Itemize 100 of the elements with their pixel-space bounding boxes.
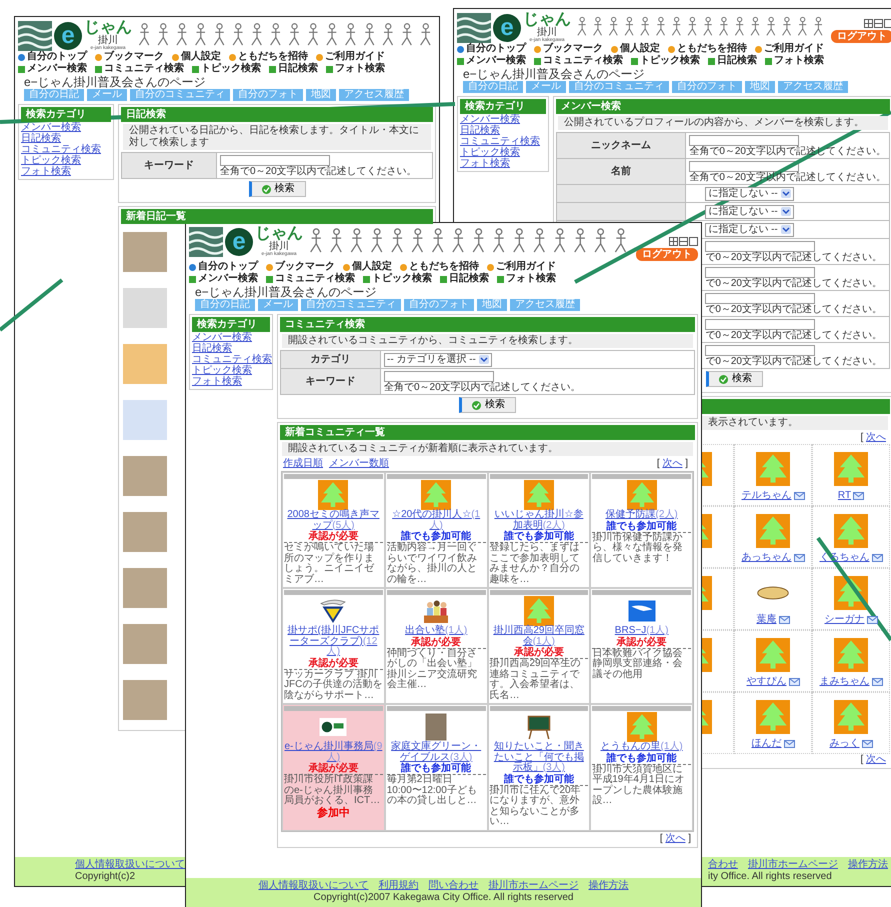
menu-link[interactable]: ブックマーク xyxy=(95,51,164,63)
sidebar-link[interactable]: 日記検索 xyxy=(21,133,111,144)
member-link[interactable]: くろちゃん xyxy=(820,552,870,564)
split-view-icon xyxy=(679,237,688,246)
member-link[interactable]: 葉庵 xyxy=(756,614,776,626)
member-link[interactable]: ほんだ xyxy=(752,738,782,750)
bracket-text: ] xyxy=(685,458,688,469)
text-input[interactable] xyxy=(705,318,816,330)
menu-link[interactable]: 日記検索 xyxy=(440,273,489,285)
bracket-text: ] xyxy=(688,832,691,844)
search-button[interactable]: 検索 xyxy=(459,397,516,413)
footer-link[interactable]: 個人情報取扱いについて xyxy=(258,880,368,892)
member-link[interactable]: RT xyxy=(838,490,852,502)
menu-link[interactable]: ブックマーク xyxy=(534,43,603,55)
next-link[interactable]: 次へ xyxy=(866,432,886,443)
menu-link[interactable]: 個人設定 xyxy=(343,261,392,273)
menu-link[interactable]: トピック検索 xyxy=(192,63,261,75)
search-button[interactable]: 検索 xyxy=(248,181,306,197)
dropdown-field[interactable]: -- カテゴリを選択 -- xyxy=(384,352,492,366)
footer-link[interactable]: 問い合わせ xyxy=(428,880,478,892)
community-link[interactable]: 保健予防課(2人) xyxy=(606,510,678,520)
sort-link[interactable]: 作成日順 xyxy=(283,458,323,470)
footer-link[interactable]: 掛川市ホームページ xyxy=(488,880,578,892)
menu-link[interactable]: コミュニティ検索 xyxy=(534,55,623,67)
sidebar-link[interactable]: トピック検索 xyxy=(460,147,546,158)
dropdown-field[interactable]: に指定しない -- xyxy=(705,204,794,218)
menu-link[interactable]: フォト検索 xyxy=(326,63,385,75)
menu-link[interactable]: ご利用ガイド xyxy=(487,261,556,273)
menu-link[interactable]: メンバー検索 xyxy=(457,55,526,67)
sidebar-link[interactable]: メンバー検索 xyxy=(460,114,546,125)
sidebar-link[interactable]: トピック検索 xyxy=(21,155,111,166)
sidebar-link[interactable]: コミュニティ検索 xyxy=(21,144,111,155)
menu-link[interactable]: トピック検索 xyxy=(631,55,700,67)
footer-link[interactable]: 掛川市ホームページ xyxy=(748,859,838,871)
menu-link[interactable]: ブックマーク xyxy=(266,261,335,273)
member-link[interactable]: やすぴん xyxy=(746,676,786,688)
sidebar-link[interactable]: コミュニティ検索 xyxy=(460,136,546,147)
sort-link[interactable]: メンバー数順 xyxy=(329,458,389,470)
text-input[interactable] xyxy=(384,370,494,382)
menu-link[interactable]: ともだちを招待 xyxy=(229,51,308,63)
sidebar-link[interactable]: トピック検索 xyxy=(192,365,270,376)
menu-link[interactable]: 個人設定 xyxy=(172,51,221,63)
footer-link[interactable]: 操作方法 xyxy=(588,880,628,892)
community-link[interactable]: 知りたいこと・聞きたいこと「何でも掲示板」(3人) xyxy=(490,742,588,774)
member-link[interactable]: あっちゃん xyxy=(742,552,792,564)
member-link[interactable]: シーガナ xyxy=(824,614,864,626)
footer-link[interactable]: 操作方法 xyxy=(848,859,888,871)
menu-link[interactable]: フォト検索 xyxy=(497,273,556,285)
community-link[interactable]: とうもんの里(1人) xyxy=(600,742,683,752)
community-link[interactable]: ☆20代の掛川人☆(1人) xyxy=(386,510,486,531)
menu-link[interactable]: 日記検索 xyxy=(708,55,757,67)
text-input[interactable] xyxy=(689,160,800,172)
text-input[interactable] xyxy=(689,134,800,146)
search-button[interactable]: 検索 xyxy=(706,371,763,387)
footer-link[interactable]: 合わせ xyxy=(708,859,738,871)
text-input[interactable] xyxy=(705,344,816,356)
menu-link[interactable]: 日記検索 xyxy=(269,63,318,75)
sidebar-link[interactable]: 日記検索 xyxy=(460,125,546,136)
dropdown-field[interactable]: に指定しない -- xyxy=(705,222,794,236)
menu-link[interactable]: ともだちを招待 xyxy=(668,43,747,55)
footer-link[interactable]: 利用規約 xyxy=(378,880,418,892)
community-link[interactable]: 掛サポ(掛川JFCサポーターズクラブ)(12人) xyxy=(284,626,383,658)
sidebar-link[interactable]: メンバー検索 xyxy=(21,122,111,133)
community-link[interactable]: 出合い塾(1人) xyxy=(405,626,468,636)
next-link[interactable]: 次へ xyxy=(662,458,682,469)
sidebar-link[interactable]: メンバー検索 xyxy=(192,332,270,343)
sidebar-link[interactable]: フォト検索 xyxy=(192,376,270,387)
member-link[interactable]: テルちゃん xyxy=(742,490,792,502)
menu-link[interactable]: コミュニティ検索 xyxy=(266,273,355,285)
community-link[interactable]: 家庭文庫グリーン・ゲイブルス(3人) xyxy=(386,742,486,763)
community-link[interactable]: e-じゃん掛川事務局(9人) xyxy=(284,742,383,763)
menu-link[interactable]: ともだちを招待 xyxy=(400,261,479,273)
sidebar-link[interactable]: 日記検索 xyxy=(192,343,270,354)
sidebar-link[interactable]: フォト検索 xyxy=(460,158,546,169)
next-link[interactable]: 次へ xyxy=(866,754,886,765)
menu-link[interactable]: ご利用ガイド xyxy=(755,43,824,55)
text-input[interactable] xyxy=(220,154,330,166)
community-link[interactable]: BRS−J(1人) xyxy=(614,626,668,636)
menu-link[interactable]: 自分のトップ xyxy=(189,261,258,273)
menu-link[interactable]: メンバー検索 xyxy=(18,63,87,75)
section-heading: コミュニティ検索 xyxy=(280,317,695,332)
next-link[interactable]: 次へ xyxy=(665,832,686,844)
menu-link[interactable]: 個人設定 xyxy=(611,43,660,55)
sidebar-link[interactable]: フォト検索 xyxy=(21,166,111,177)
menu-link[interactable]: コミュニティ検索 xyxy=(95,63,184,75)
menu-link[interactable]: 自分のトップ xyxy=(18,51,87,63)
menu-link[interactable]: 自分のトップ xyxy=(457,43,526,55)
footer-link[interactable]: 個人情報取扱いについて xyxy=(75,859,185,871)
text-input[interactable] xyxy=(705,292,816,304)
text-input[interactable] xyxy=(705,266,816,278)
menu-link[interactable]: トピック検索 xyxy=(363,273,432,285)
sidebar-link[interactable]: コミュニティ検索 xyxy=(192,354,270,365)
member-link[interactable]: まみちゃん xyxy=(820,676,870,688)
community-description: 仲間づくり・自分さがしの「出会い塾」掛川シニア交流研究会主催… xyxy=(386,648,486,690)
menu-link[interactable]: メンバー検索 xyxy=(189,273,258,285)
menu-link[interactable]: フォト検索 xyxy=(765,55,824,67)
dropdown-field[interactable]: に指定しない -- xyxy=(705,186,794,200)
member-link[interactable]: みっく xyxy=(830,738,860,750)
menu-link[interactable]: ご利用ガイド xyxy=(316,51,385,63)
text-input[interactable] xyxy=(705,240,816,252)
